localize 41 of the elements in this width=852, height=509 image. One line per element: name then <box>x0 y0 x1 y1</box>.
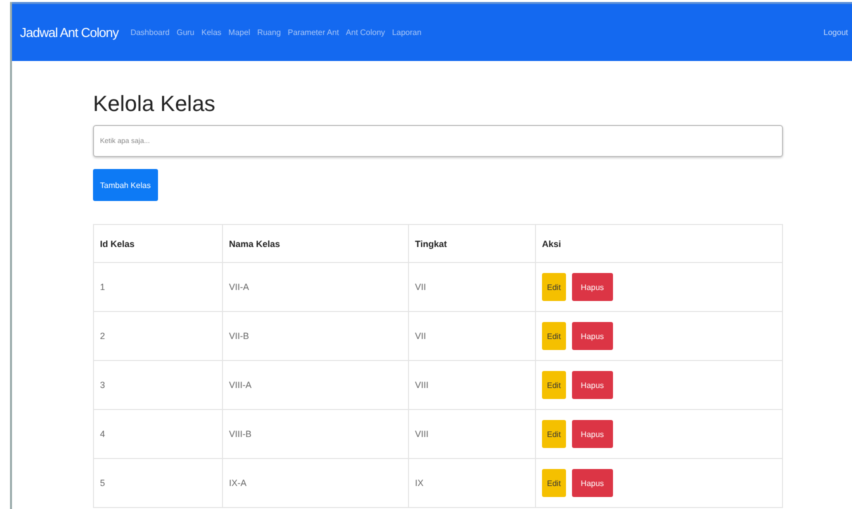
nav-link[interactable]: Guru <box>176 28 194 37</box>
table-cell: IX-A <box>222 458 408 508</box>
edit-button[interactable]: Edit <box>542 371 566 399</box>
table-cell: VII-B <box>222 312 408 360</box>
column-header: Aksi <box>536 224 782 262</box>
table-cell: VIII-A <box>222 360 408 410</box>
nav-link[interactable]: Parameter Ant <box>288 28 339 37</box>
edit-button[interactable]: Edit <box>542 322 566 350</box>
column-header: Id Kelas <box>94 224 222 262</box>
nav-link[interactable]: Ruang <box>257 28 281 37</box>
nav-link[interactable]: Kelas <box>201 28 222 37</box>
column-header: Tingkat <box>408 224 536 262</box>
nav-link[interactable]: Laporan <box>392 28 422 37</box>
edit-button[interactable]: Edit <box>542 273 566 301</box>
delete-button[interactable]: Hapus <box>572 371 613 399</box>
table-cell: 1 <box>94 262 222 312</box>
page-title: Kelola Kelas <box>93 91 216 117</box>
table-cell: VII <box>408 262 536 312</box>
table-cell: VII <box>408 312 536 360</box>
delete-button[interactable]: Hapus <box>572 273 613 301</box>
nav-link[interactable]: Mapel <box>228 28 250 37</box>
table-cell: IX <box>408 458 536 508</box>
edit-button[interactable]: Edit <box>542 420 566 448</box>
table-cell: 2 <box>94 312 222 360</box>
table-cell: VIII-B <box>222 410 408 458</box>
logout-link[interactable]: Logout <box>824 28 848 37</box>
table-cell: VII-A <box>222 262 408 312</box>
delete-button[interactable]: Hapus <box>572 469 613 497</box>
delete-button[interactable]: Hapus <box>572 322 613 350</box>
nav-link[interactable]: Dashboard <box>130 28 170 37</box>
nav-link[interactable]: Ant Colony <box>346 28 386 37</box>
table-cell: 4 <box>94 410 222 458</box>
table-cell: 5 <box>94 458 222 508</box>
table-cell: 3 <box>94 360 222 410</box>
table-cell: VIII <box>408 410 536 458</box>
edit-button[interactable]: Edit <box>542 469 566 497</box>
column-header: Nama Kelas <box>222 224 408 262</box>
add-class-button[interactable]: Tambah Kelas <box>93 169 158 201</box>
delete-button[interactable]: Hapus <box>572 420 613 448</box>
table-cell: VIII <box>408 360 536 410</box>
brand-link[interactable]: Jadwal Ant Colony <box>20 25 118 40</box>
